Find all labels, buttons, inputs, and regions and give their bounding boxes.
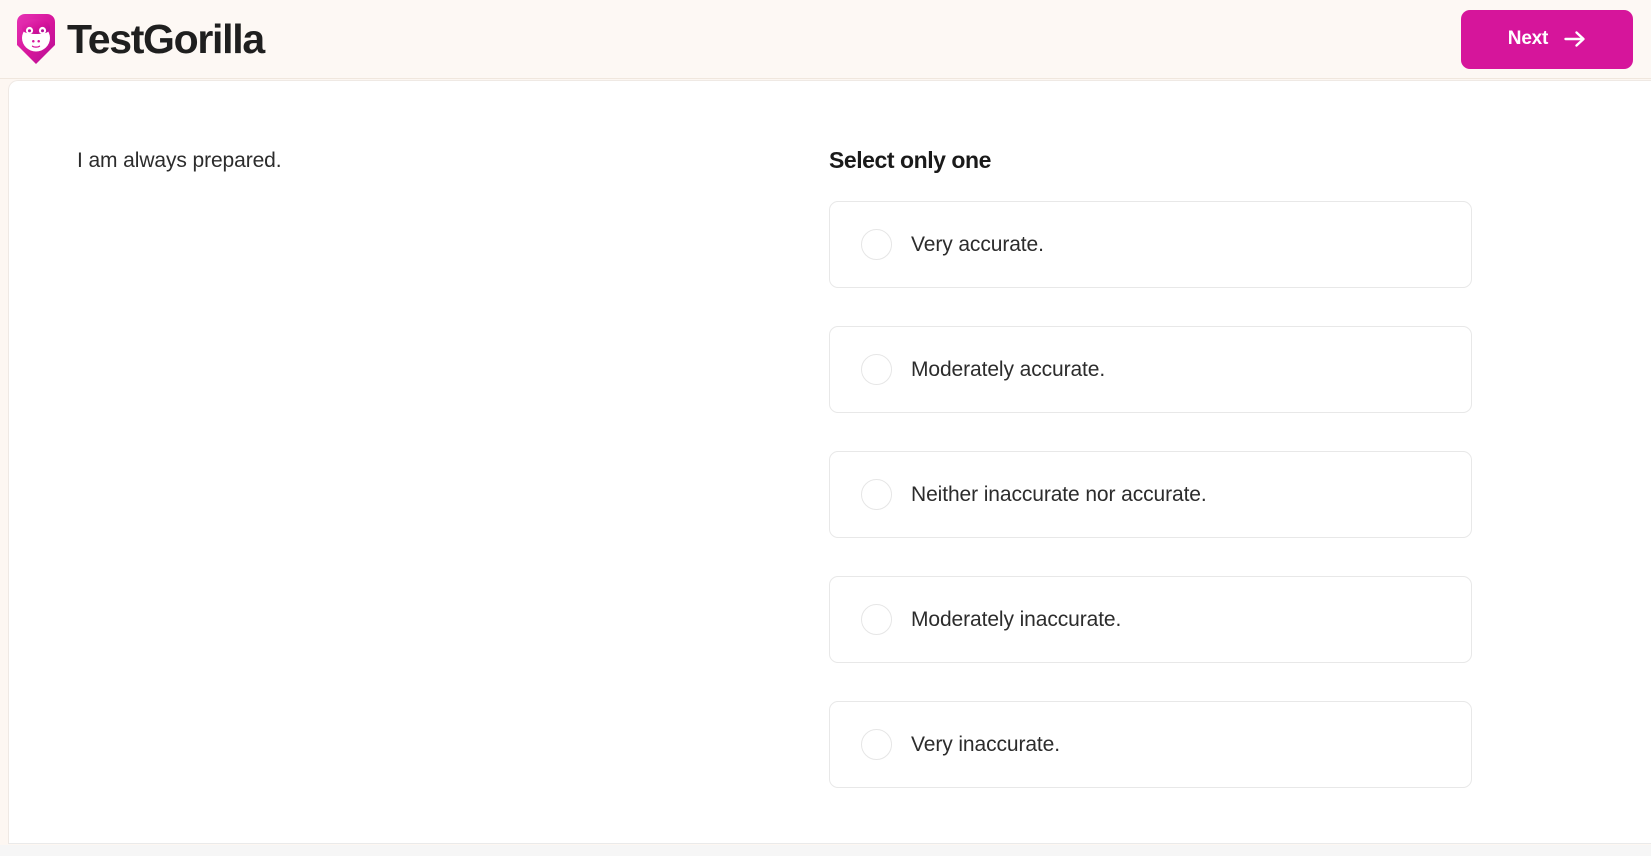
question-section: I am always prepared. [77,146,777,175]
assessment-content-panel: I am always prepared. Select only one Ve… [8,80,1651,844]
question-text: I am always prepared. [77,149,282,172]
answer-option-1[interactable]: Very accurate. [829,201,1472,288]
radio-button-icon[interactable] [861,604,892,635]
answer-option-label: Moderately inaccurate. [911,607,1122,631]
app-header: TestGorilla Next [0,0,1651,79]
answer-options-list: Very accurate. Moderately accurate. Neit… [829,201,1504,788]
answer-option-label: Moderately accurate. [911,357,1106,381]
answer-option-5[interactable]: Very inaccurate. [829,701,1472,788]
page-bottom-strip [0,845,1651,856]
answer-option-2[interactable]: Moderately accurate. [829,326,1472,413]
arrow-right-icon [1564,30,1586,48]
radio-button-icon[interactable] [861,479,892,510]
radio-button-icon[interactable] [861,729,892,760]
answer-option-3[interactable]: Neither inaccurate nor accurate. [829,451,1472,538]
answer-option-4[interactable]: Moderately inaccurate. [829,576,1472,663]
answers-section: Select only one Very accurate. Moderatel… [829,147,1504,788]
next-button-label: Next [1507,28,1549,49]
radio-button-icon[interactable] [861,354,892,385]
answer-option-label: Neither inaccurate nor accurate. [911,482,1207,506]
answers-heading: Select only one [829,147,991,173]
radio-button-icon[interactable] [861,229,892,260]
answer-option-label: Very accurate. [911,232,1044,256]
brand-name: TestGorilla [67,15,265,62]
gorilla-logo-icon [14,13,58,65]
next-button[interactable]: Next [1461,9,1633,69]
brand-logo: TestGorilla [14,0,265,78]
answer-option-label: Very inaccurate. [911,732,1060,756]
